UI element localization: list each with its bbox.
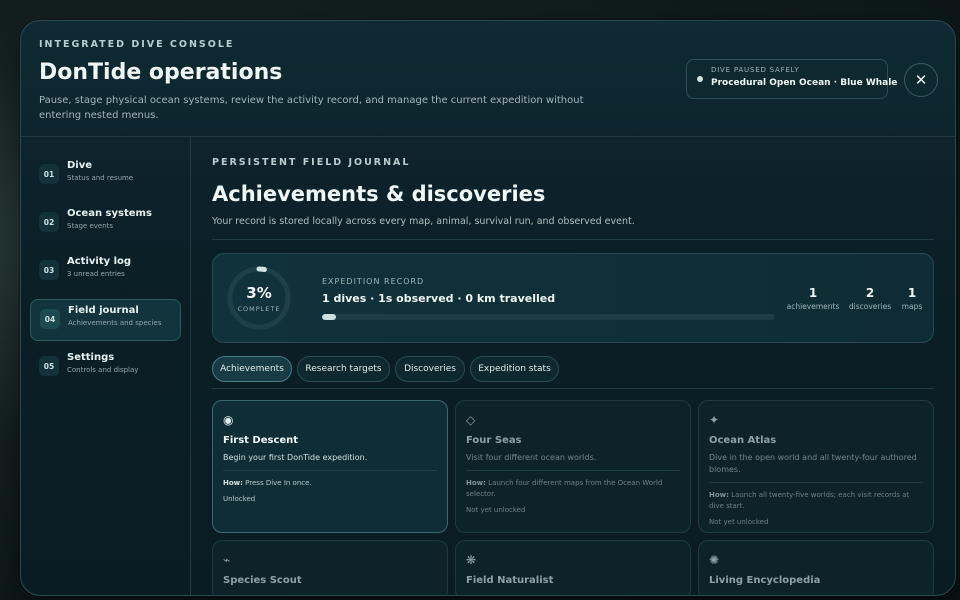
record-progress-bar: [322, 314, 775, 320]
how-text: Press Dive In once.: [245, 479, 312, 487]
sidebar-item-sublabel: Stage events: [67, 222, 114, 230]
achievement-how: How: Launch all twenty-five worlds; each…: [709, 490, 923, 512]
console-eyebrow: INTEGRATED DIVE CONSOLE: [39, 39, 235, 50]
achievement-title: Living Encyclopedia: [709, 575, 821, 586]
sidebar-item-label: Field journal: [68, 305, 139, 316]
record-progress-fill: [322, 314, 336, 320]
console-header: INTEGRATED DIVE CONSOLE DonTide operatio…: [21, 21, 955, 137]
achievement-state: Not yet unlocked: [709, 518, 769, 526]
status-value: Procedural Open Ocean · Blue Whale: [711, 78, 898, 88]
record-label: EXPEDITION RECORD: [322, 277, 425, 286]
flower-icon: ❋: [466, 553, 477, 567]
record-summary: 1 dives · 1s observed · 0 km travelled: [322, 292, 556, 305]
stat-maps: 1 maps: [897, 286, 927, 311]
nav-number: 05: [39, 356, 59, 376]
achievement-title: Species Scout: [223, 575, 302, 586]
achievement-title: Field Naturalist: [466, 575, 554, 586]
sidebar-item-sublabel: Status and resume: [67, 174, 134, 182]
sidebar-item-activity-log[interactable]: 03 Activity log 3 unread entries: [30, 251, 181, 293]
close-icon: ✕: [914, 71, 928, 89]
nav-number: 03: [39, 260, 59, 280]
sidebar-item-field-journal[interactable]: 04 Field journal Achievements and specie…: [30, 299, 181, 341]
stat-discoveries: 2 discoveries: [845, 286, 895, 311]
achievement-title: First Descent: [223, 435, 299, 446]
achievement-description: Begin your first DonTide expedition.: [223, 453, 368, 462]
achievements-grid: ◉ First Descent Begin your first DonTide…: [212, 400, 934, 595]
achievement-description: Visit four different ocean worlds.: [466, 453, 597, 462]
tab-expedition-stats[interactable]: Expedition stats: [470, 356, 559, 382]
stat-number: 2: [865, 286, 875, 300]
target-icon: ◉: [223, 413, 234, 427]
achievement-state: Unlocked: [223, 495, 256, 503]
sidebar-item-label: Dive: [67, 160, 93, 171]
sidebar-item-settings[interactable]: 05 Settings Controls and display: [30, 347, 181, 389]
expedition-record-card: 3% COMPLETE EXPEDITION RECORD 1 dives · …: [212, 253, 934, 343]
dive-console-window: INTEGRATED DIVE CONSOLE DonTide operatio…: [20, 20, 956, 596]
nav-number: 02: [39, 212, 59, 232]
achievement-card-field-naturalist[interactable]: ❋ Field Naturalist: [455, 540, 691, 595]
starburst-icon: ✺: [709, 553, 720, 567]
achievement-state: Not yet unlocked: [466, 506, 526, 514]
status-dot-icon: [697, 76, 703, 82]
page-title: Achievements & discoveries: [212, 182, 546, 206]
achievement-how: How: Launch four different maps from the…: [466, 478, 680, 500]
sidebar-item-sublabel: 3 unread entries: [67, 270, 125, 278]
field-journal-panel: PERSISTENT FIELD JOURNAL Achievements & …: [191, 137, 955, 595]
console-subtitle: Pause, stage physical ocean systems, rev…: [39, 95, 584, 121]
stat-achievements: 1 achievements: [783, 286, 843, 311]
completion-label: COMPLETE: [237, 305, 281, 313]
nav-number: 04: [40, 309, 60, 329]
divider: [223, 470, 437, 471]
achievement-card-living-encyclopedia[interactable]: ✺ Living Encyclopedia: [698, 540, 934, 595]
sidebar-nav: 01 Dive Status and resume 02 Ocean syste…: [21, 137, 191, 595]
page-subtitle: Your record is stored locally across eve…: [212, 216, 635, 227]
stat-number: 1: [907, 286, 917, 300]
achievement-description: Dive in the open world and all twenty-fo…: [709, 453, 917, 474]
achievement-card-species-scout[interactable]: ⌁ Species Scout: [212, 540, 448, 595]
achievement-card-ocean-atlas[interactable]: ✦ Ocean Atlas Dive in the open world and…: [698, 400, 934, 533]
divider: [709, 482, 923, 483]
sidebar-item-label: Settings: [67, 352, 115, 363]
journal-tabs: Achievements Research targets Discoverie…: [212, 356, 935, 382]
achievement-card-first-descent[interactable]: ◉ First Descent Begin your first DonTide…: [212, 400, 448, 533]
status-label: DIVE PAUSED SAFELY: [711, 66, 800, 74]
tab-discoveries[interactable]: Discoveries: [395, 356, 465, 382]
divider: [212, 388, 934, 389]
sidebar-item-label: Ocean systems: [67, 208, 152, 219]
divider: [466, 470, 680, 471]
divider: [212, 239, 934, 240]
dive-status-badge: DIVE PAUSED SAFELY Procedural Open Ocean…: [686, 59, 898, 99]
achievement-how: How: Press Dive In once.: [223, 478, 437, 489]
how-label: How:: [709, 491, 729, 499]
how-text: Launch four different maps from the Ocea…: [466, 479, 663, 498]
how-label: How:: [223, 479, 243, 487]
sidebar-item-ocean-systems[interactable]: 02 Ocean systems Stage events: [30, 203, 181, 245]
section-eyebrow: PERSISTENT FIELD JOURNAL: [212, 157, 411, 168]
stat-label: discoveries: [848, 302, 892, 311]
stat-label: achievements: [786, 302, 840, 311]
diamond-icon: ◇: [466, 413, 476, 427]
sparkle-icon: ✦: [709, 413, 720, 427]
tab-research-targets[interactable]: Research targets: [297, 356, 390, 382]
tab-achievements[interactable]: Achievements: [212, 356, 292, 382]
wave-icon: ⌁: [223, 553, 231, 567]
sidebar-item-sublabel: Achievements and species: [68, 319, 162, 327]
how-text: Launch all twenty-five worlds; each visi…: [709, 491, 910, 510]
nav-number: 01: [39, 164, 59, 184]
close-button[interactable]: ✕: [904, 63, 938, 97]
stat-number: 1: [808, 286, 818, 300]
how-label: How:: [466, 479, 486, 487]
completion-percent: 3%: [246, 284, 272, 302]
achievement-title: Four Seas: [466, 435, 522, 446]
achievement-card-four-seas[interactable]: ◇ Four Seas Visit four different ocean w…: [455, 400, 691, 533]
sidebar-item-label: Activity log: [67, 256, 132, 267]
sidebar-item-sublabel: Controls and display: [67, 366, 139, 374]
stat-label: maps: [901, 302, 923, 311]
sidebar-item-dive[interactable]: 01 Dive Status and resume: [30, 155, 181, 197]
achievement-title: Ocean Atlas: [709, 435, 777, 446]
